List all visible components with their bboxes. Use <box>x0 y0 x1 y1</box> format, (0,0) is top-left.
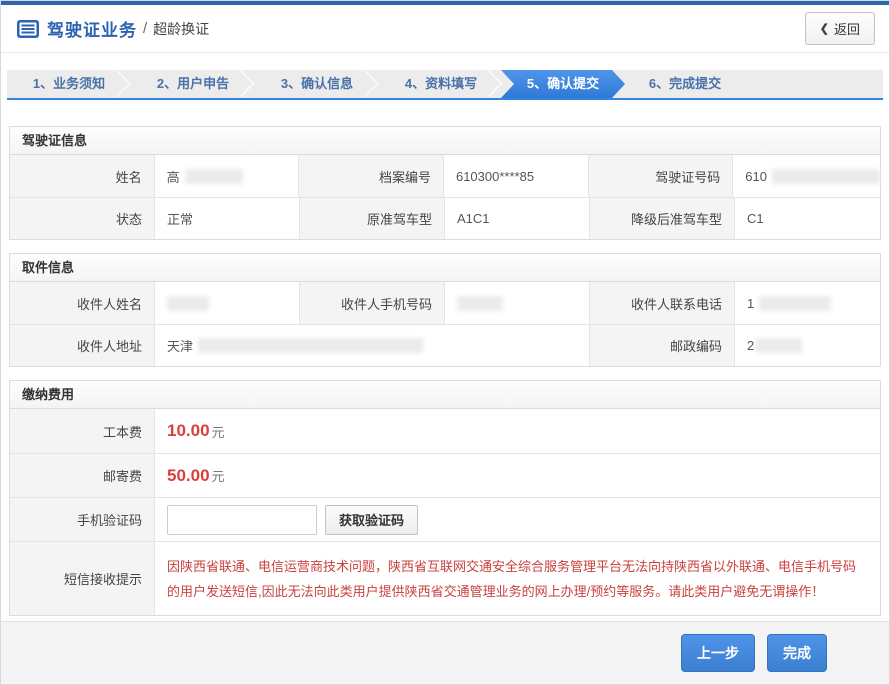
license-form-icon <box>17 20 39 38</box>
step-6-finish-submit[interactable]: 6、完成提交 <box>623 70 747 98</box>
table-row: 邮寄费 50.00 元 <box>10 453 880 497</box>
field-sms-notice: 因陕西省联通、电信运营商技术问题，陕西省互联网交通安全综合服务管理平台无法向持陕… <box>155 541 880 615</box>
fee-amount: 10.00 <box>167 421 210 441</box>
field-label-recipient-phone: 收件人联系电话 <box>590 282 735 324</box>
redacted-blur <box>167 296 209 311</box>
step-2-user-declaration[interactable]: 2、用户申告 <box>131 70 255 98</box>
redacted-blur <box>185 169 243 184</box>
redacted-blur <box>457 296 503 311</box>
step-label: 6、完成提交 <box>649 76 721 91</box>
page-subtitle: 超龄换证 <box>153 19 209 39</box>
field-value-postal-code: 2 <box>735 324 880 366</box>
field-label-production-fee: 工本费 <box>10 409 155 453</box>
field-label-status: 状态 <box>10 197 155 239</box>
page-title: 驾驶证业务 <box>47 16 137 41</box>
field-label-original-class: 原准驾车型 <box>300 197 445 239</box>
previous-step-button[interactable]: 上一步 <box>681 634 755 672</box>
value-text: 2 <box>747 338 754 353</box>
step-5-confirm-submit-active[interactable]: 5、确认提交 <box>501 70 625 98</box>
field-value-name: 高 <box>155 155 300 197</box>
field-sms-code: 获取验证码 <box>155 497 880 541</box>
field-value-production-fee: 10.00 元 <box>155 409 880 453</box>
field-label-name: 姓名 <box>10 155 155 197</box>
value-text: A1C1 <box>457 211 490 226</box>
page-header: 驾驶证业务 / 超龄换证 ❮ 返回 <box>1 5 889 53</box>
field-value-status: 正常 <box>155 197 300 239</box>
field-value-file-number: 610300****85 <box>444 155 589 197</box>
table-row: 状态 正常 原准驾车型 A1C1 降级后准驾车型 C1 <box>10 197 880 239</box>
table-row: 短信接收提示 因陕西省联通、电信运营商技术问题，陕西省互联网交通安全综合服务管理… <box>10 541 880 615</box>
fee-unit: 元 <box>212 466 225 485</box>
sms-code-input[interactable] <box>167 505 317 535</box>
field-label-postage-fee: 邮寄费 <box>10 453 155 497</box>
table-row: 手机验证码 获取验证码 <box>10 497 880 541</box>
section-license-info: 驾驶证信息 姓名 高 档案编号 610300****85 驾驶证号码 610 状… <box>9 126 881 240</box>
section-title-license: 驾驶证信息 <box>10 127 880 155</box>
chevron-left-icon: ❮ <box>820 22 829 35</box>
value-text: 610300****85 <box>456 169 534 184</box>
footer-action-bar: 上一步 完成 <box>1 621 889 684</box>
fee-unit: 元 <box>212 422 225 441</box>
value-text: 610 <box>745 169 767 184</box>
step-label: 3、确认信息 <box>281 76 353 91</box>
step-4-fill-data[interactable]: 4、资料填写 <box>379 70 503 98</box>
step-1-business-notice[interactable]: 1、业务须知 <box>7 70 131 98</box>
field-label-postal-code: 邮政编码 <box>590 324 735 366</box>
back-button[interactable]: ❮ 返回 <box>805 12 875 45</box>
table-row: 收件人姓名 收件人手机号码 收件人联系电话 1 <box>10 282 880 324</box>
fee-amount: 50.00 <box>167 466 210 486</box>
get-sms-code-button[interactable]: 获取验证码 <box>325 505 418 535</box>
value-text: 1 <box>747 296 754 311</box>
field-label-sms-code: 手机验证码 <box>10 497 155 541</box>
field-value-recipient-address: 天津 <box>155 324 590 366</box>
field-value-license-number: 610 <box>733 155 880 197</box>
step-label: 4、资料填写 <box>405 76 477 91</box>
step-label: 1、业务须知 <box>33 76 105 91</box>
value-text: C1 <box>747 211 764 226</box>
step-active-underline <box>7 98 883 100</box>
section-pickup-info: 取件信息 收件人姓名 收件人手机号码 收件人联系电话 1 收件人地址 天津 邮政… <box>9 253 881 367</box>
section-title-fees: 缴纳费用 <box>10 381 880 409</box>
field-value-postage-fee: 50.00 元 <box>155 453 880 497</box>
table-row: 工本费 10.00 元 <box>10 409 880 453</box>
field-value-downgraded-class: C1 <box>735 197 880 239</box>
section-title-pickup: 取件信息 <box>10 254 880 282</box>
field-value-recipient-mobile <box>445 282 590 324</box>
field-label-downgraded-class: 降级后准驾车型 <box>590 197 735 239</box>
field-value-recipient-phone: 1 <box>735 282 880 324</box>
section-fees: 缴纳费用 工本费 10.00 元 邮寄费 50.00 元 手机验证码 获取验证码… <box>9 380 881 616</box>
value-text: 天津 <box>167 336 193 355</box>
finish-button[interactable]: 完成 <box>767 634 827 672</box>
field-label-sms-notice: 短信接收提示 <box>10 541 155 615</box>
step-separator-chevron <box>228 70 255 97</box>
breadcrumb-separator: / <box>143 20 147 37</box>
sms-notice-text: 因陕西省联通、电信运营商技术问题，陕西省互联网交通安全综合服务管理平台无法向持陕… <box>167 552 866 605</box>
step-label: 5、确认提交 <box>527 76 599 91</box>
redacted-blur <box>756 338 802 353</box>
field-label-recipient-name: 收件人姓名 <box>10 282 155 324</box>
field-label-file-number: 档案编号 <box>299 155 444 197</box>
table-row: 姓名 高 档案编号 610300****85 驾驶证号码 610 <box>10 155 880 197</box>
field-label-license-number: 驾驶证号码 <box>589 155 734 197</box>
step-separator-chevron <box>352 70 379 97</box>
step-separator-chevron <box>476 70 503 97</box>
step-label: 2、用户申告 <box>157 76 229 91</box>
redacted-blur <box>772 169 880 184</box>
redacted-blur <box>198 338 423 353</box>
step-wizard: 1、业务须知 2、用户申告 3、确认信息 4、资料填写 5、确认提交 6、完成提… <box>7 70 883 98</box>
field-label-recipient-address: 收件人地址 <box>10 324 155 366</box>
step-3-confirm-info[interactable]: 3、确认信息 <box>255 70 379 98</box>
field-label-recipient-mobile: 收件人手机号码 <box>300 282 445 324</box>
step-separator-chevron <box>104 70 131 97</box>
field-value-original-class: A1C1 <box>445 197 590 239</box>
value-text: 高 <box>167 167 180 186</box>
redacted-blur <box>759 296 831 311</box>
table-row: 收件人地址 天津 邮政编码 2 <box>10 324 880 366</box>
field-value-recipient-name <box>155 282 300 324</box>
back-button-label: 返回 <box>834 19 860 38</box>
value-text: 正常 <box>167 209 193 228</box>
